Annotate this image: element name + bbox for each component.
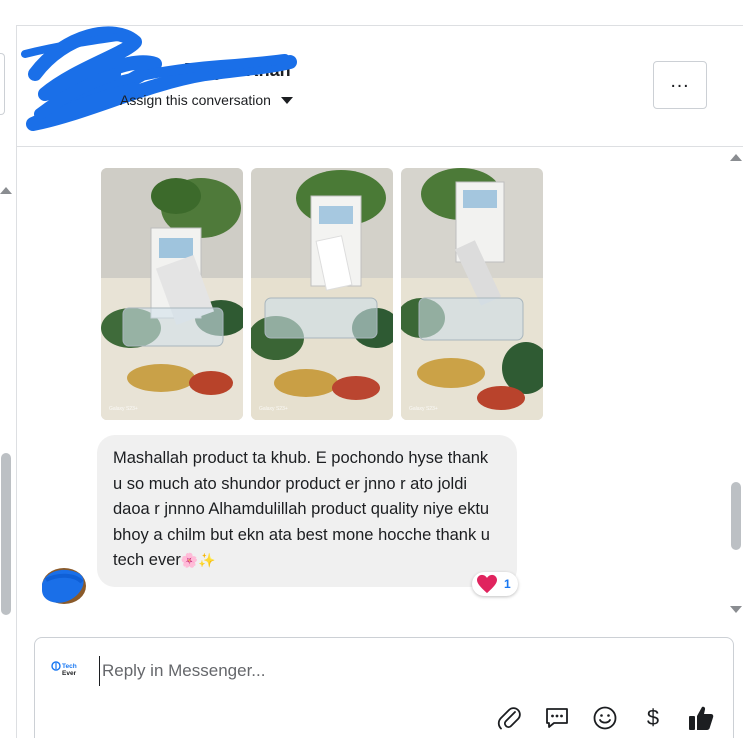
message-emoji: 🌸✨: [180, 552, 216, 568]
photo-watermark: Galaxy S23+: [109, 406, 138, 412]
reply-composer: Tech Ever Reply in Messenger... $: [34, 637, 734, 738]
photo-attachments: Galaxy S23+ Galaxy S23+ Galaxy S23+: [101, 168, 543, 420]
photo-watermark: Galaxy S23+: [259, 406, 288, 412]
message-text: Mashallah product ta khub. E pochondo hy…: [113, 449, 490, 569]
reaction-count: 1: [504, 577, 511, 591]
saved-reply-icon: [546, 708, 568, 728]
messenger-inbox: Tanjila Khan Assign this conversation …: [0, 0, 743, 738]
conversation-header: Tanjila Khan Assign this conversation …: [17, 26, 743, 147]
like-icon: [689, 706, 714, 730]
thread-scrollbar[interactable]: [729, 147, 743, 622]
incoming-message-bubble[interactable]: Mashallah product ta khub. E pochondo hy…: [97, 435, 517, 587]
scroll-up-arrow[interactable]: [730, 154, 742, 161]
emoji-button[interactable]: [589, 702, 621, 734]
photo-attachment-3[interactable]: Galaxy S23+: [401, 168, 543, 420]
payment-button[interactable]: $: [637, 702, 669, 734]
scrollbar-thumb[interactable]: [731, 482, 741, 550]
heart-icon: [477, 574, 497, 594]
scroll-up-arrow[interactable]: [0, 187, 12, 194]
scrollbar-thumb[interactable]: [1, 453, 11, 615]
attach-button[interactable]: [493, 702, 525, 734]
composer-toolbar: $: [493, 702, 717, 734]
assign-conversation-dropdown[interactable]: Assign this conversation: [120, 92, 293, 108]
photo-attachment-1[interactable]: Galaxy S23+: [101, 168, 243, 420]
message-reaction[interactable]: 1: [472, 572, 518, 596]
assign-label: Assign this conversation: [120, 92, 271, 108]
reply-input[interactable]: [99, 656, 664, 686]
caret-down-icon: [280, 96, 293, 104]
redaction-scribble: [21, 26, 297, 131]
svg-text:Ever: Ever: [62, 670, 77, 677]
attach-icon: [497, 707, 521, 730]
like-button[interactable]: [685, 702, 717, 734]
message-thread[interactable]: Galaxy S23+ Galaxy S23+ Galaxy S23+ Mash…: [17, 147, 729, 622]
photo-attachment-2[interactable]: Galaxy S23+: [251, 168, 393, 420]
sender-avatar[interactable]: [36, 560, 88, 608]
product-photo-image: [101, 168, 243, 420]
more-icon: …: [669, 70, 691, 92]
svg-text:Tech: Tech: [62, 663, 77, 670]
photo-watermark: Galaxy S23+: [409, 406, 438, 412]
product-photo-image: [251, 168, 393, 420]
more-options-button[interactable]: …: [653, 61, 707, 109]
emoji-icon: [593, 706, 617, 730]
product-photo-image: [401, 168, 543, 420]
payment-icon: $: [646, 705, 660, 730]
page-logo: Tech Ever: [51, 661, 77, 677]
saved-reply-button[interactable]: [541, 702, 573, 734]
scroll-down-arrow[interactable]: [730, 606, 742, 613]
